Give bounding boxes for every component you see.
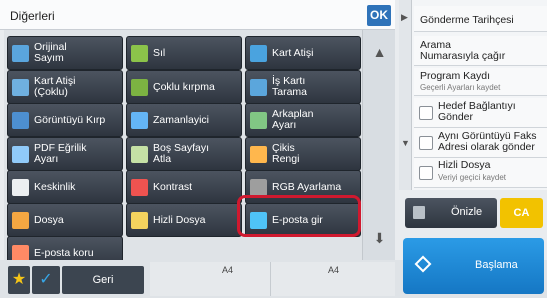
sending-history-button[interactable]: Gönderme Tarihçesi bbox=[414, 6, 547, 32]
ok-button[interactable]: OK bbox=[367, 5, 391, 26]
grid-button-label: İş Kartı Tarama bbox=[272, 75, 308, 98]
pdf-skew-icon bbox=[12, 145, 29, 163]
grid-button-7[interactable]: Görüntüyü Kırp bbox=[7, 103, 123, 137]
contrast-icon bbox=[131, 178, 148, 196]
scroll-down-icon[interactable]: ⬇ bbox=[363, 230, 396, 247]
call-program-button[interactable]: Arama Numarasıyla çağır bbox=[414, 36, 547, 66]
star-icon[interactable]: ★ bbox=[8, 266, 30, 294]
paper-size-left: A4 bbox=[222, 265, 234, 275]
grid-button-8[interactable]: Zamanlayici bbox=[126, 103, 242, 137]
program-register-button[interactable]: Program Kaydı Geçerli Ayarları kaydet bbox=[414, 68, 547, 96]
grid-button-label: Orijinal Sayım bbox=[34, 41, 67, 64]
original-count-icon bbox=[12, 44, 29, 62]
skip-blank-page-icon bbox=[131, 145, 148, 163]
paper-info: A4 A4 bbox=[150, 262, 395, 296]
grid-button-label: RGB Ayarlama bbox=[272, 180, 342, 193]
target-link-checkbox[interactable] bbox=[419, 106, 433, 120]
panel-toggle[interactable]: ▶ ▼ bbox=[399, 0, 412, 190]
preview-button[interactable]: Önizle bbox=[405, 198, 497, 228]
panel-scroll-down-icon[interactable]: ▼ bbox=[401, 138, 410, 148]
output-color-icon bbox=[250, 145, 267, 163]
send-target-link-option[interactable]: Hedef Bağlantıyı Gönder bbox=[414, 98, 547, 128]
email-protect-icon bbox=[12, 244, 29, 262]
grid-button-1[interactable]: Orijinal Sayım bbox=[7, 36, 123, 70]
grid-button-label: Sıl bbox=[153, 46, 166, 59]
folder-icon bbox=[12, 211, 29, 229]
grid-button-label: Kontrast bbox=[153, 180, 193, 193]
grid-button-label: E-posta koru bbox=[34, 246, 94, 259]
grid-button-14[interactable]: Kontrast bbox=[126, 170, 242, 204]
grid-button-12[interactable]: Çikis Rengi bbox=[245, 137, 361, 171]
timer-icon bbox=[131, 111, 148, 129]
start-button[interactable]: Başlama bbox=[403, 238, 544, 294]
rgb-adjust-icon bbox=[250, 178, 267, 196]
grid-button-label: Hizli Dosya bbox=[153, 213, 206, 226]
erase-icon bbox=[131, 44, 148, 62]
grid-button-5[interactable]: Çoklu kırpma bbox=[126, 70, 242, 104]
grid-button-label: Çoklu kırpma bbox=[153, 80, 215, 93]
expand-arrow-icon[interactable]: ▶ bbox=[401, 12, 408, 23]
grid-button-11[interactable]: Boş Sayfayı Atla bbox=[126, 137, 242, 171]
highlight-ring bbox=[237, 195, 361, 237]
background-adjust-icon bbox=[250, 111, 267, 129]
start-diamond-icon bbox=[414, 255, 432, 273]
grid-scrollbar[interactable]: ▲ ⬇ bbox=[362, 30, 395, 260]
clear-all-button[interactable]: CA bbox=[500, 198, 543, 228]
page-title: Diğerleri bbox=[10, 9, 55, 23]
grid-button-label: Görüntüyü Kırp bbox=[34, 113, 106, 126]
grid-button-13[interactable]: Keskinlik bbox=[7, 170, 123, 204]
grid-button-4[interactable]: Kart Atişi (Çoklu) bbox=[7, 70, 123, 104]
card-shot-icon bbox=[250, 44, 267, 62]
grid-button-label: PDF Eğrilik Ayarı bbox=[34, 142, 87, 165]
grid-button-label: Arkaplan Ayarı bbox=[272, 108, 314, 131]
scroll-up-icon[interactable]: ▲ bbox=[363, 44, 396, 60]
back-button[interactable]: Geri bbox=[62, 266, 144, 294]
checkmark-icon[interactable]: ✓ bbox=[32, 266, 60, 294]
grid-button-10[interactable]: PDF Eğrilik Ayarı bbox=[7, 137, 123, 171]
grid-button-label: Zamanlayici bbox=[153, 113, 210, 126]
grid-button-label: Kart Atişi (Çoklu) bbox=[34, 75, 76, 98]
business-card-scan-icon bbox=[250, 78, 267, 96]
quick-file-icon bbox=[131, 211, 148, 229]
grid-button-label: Kart Atişi bbox=[272, 46, 314, 59]
grid-button-label: Dosya bbox=[34, 213, 64, 226]
grid-button-16[interactable]: Dosya bbox=[7, 203, 123, 237]
grid-button-9[interactable]: Arkaplan Ayarı bbox=[245, 103, 361, 137]
preview-icon bbox=[413, 206, 425, 219]
same-image-fax-option[interactable]: Aynı Görüntüyü Faks Adresi olarak gönder bbox=[414, 128, 547, 158]
quick-file-option[interactable]: Hizli Dosya Veriyi geçici kaydet bbox=[414, 158, 547, 188]
image-crop-icon bbox=[12, 111, 29, 129]
card-shot-multi-icon bbox=[12, 78, 29, 96]
sharpness-icon bbox=[12, 178, 29, 196]
grid-button-label: Boş Sayfayı Atla bbox=[153, 142, 210, 165]
grid-button-17[interactable]: Hizli Dosya bbox=[126, 203, 242, 237]
grid-button-label: Çikis Rengi bbox=[272, 142, 300, 165]
grid-button-6[interactable]: İş Kartı Tarama bbox=[245, 70, 361, 104]
multi-crop-icon bbox=[131, 78, 148, 96]
same-image-checkbox[interactable] bbox=[419, 136, 433, 150]
grid-button-2[interactable]: Sıl bbox=[126, 36, 242, 70]
panel-header: Diğerleri bbox=[0, 0, 395, 30]
grid-button-3[interactable]: Kart Atişi bbox=[245, 36, 361, 70]
paper-size-right: A4 bbox=[328, 265, 340, 275]
grid-button-label: Keskinlik bbox=[34, 180, 76, 193]
quick-file-checkbox[interactable] bbox=[419, 166, 433, 180]
